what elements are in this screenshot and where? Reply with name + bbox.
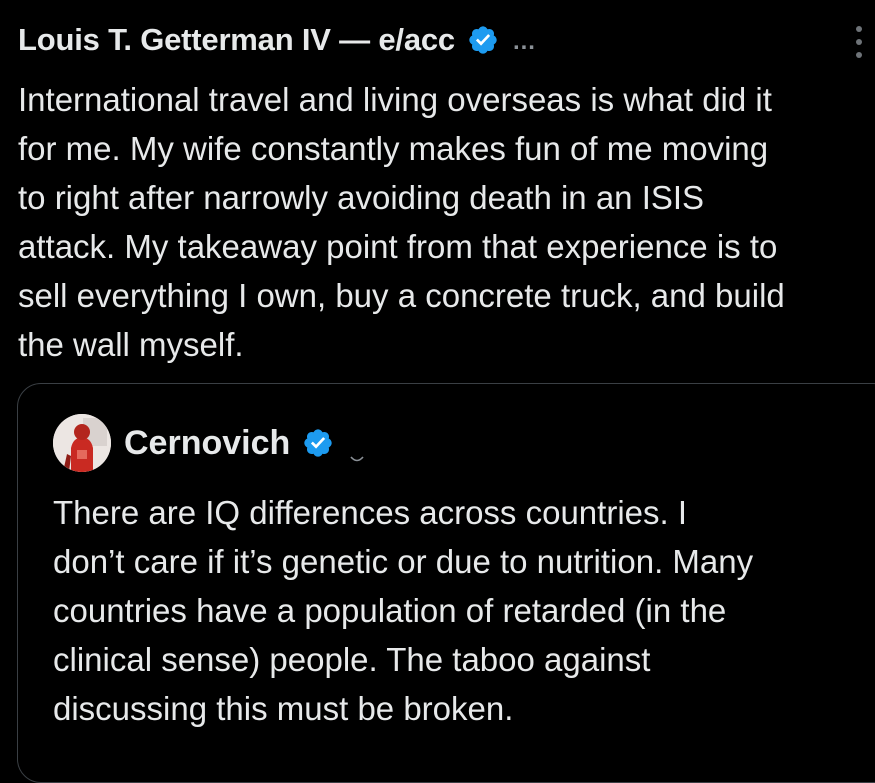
quoted-tweet-header: Cernovich bbox=[53, 414, 364, 472]
quoted-tweet-text: There are IQ differences across countrie… bbox=[53, 488, 873, 733]
tweet-text-line: to right after narrowly avoiding death i… bbox=[18, 179, 705, 216]
quoted-text-line: don’t care if it’s genetic or due to nut… bbox=[53, 543, 754, 580]
vertical-dots-icon[interactable] bbox=[854, 26, 864, 66]
tweet-text: International travel and living overseas… bbox=[18, 75, 875, 369]
quoted-tweet-card[interactable]: Cernovich There are IQ differences acros… bbox=[17, 383, 875, 783]
verified-badge-icon[interactable] bbox=[467, 24, 499, 56]
tweet-text-line: for me. My wife constantly makes fun of … bbox=[18, 130, 769, 167]
quoted-text-line: There are IQ differences across countrie… bbox=[53, 494, 688, 531]
tweet-text-line: the wall myself. bbox=[18, 326, 244, 363]
tweet-text-line: International travel and living overseas… bbox=[18, 81, 772, 118]
tweet-header: Louis T. Getterman IV — e/acc ... bbox=[18, 22, 536, 58]
quoted-text-line: discussing this must be broken. bbox=[53, 690, 514, 727]
quoted-author-name[interactable]: Cernovich bbox=[124, 424, 290, 463]
author-name[interactable]: Louis T. Getterman IV — e/acc bbox=[18, 22, 455, 58]
quoted-text-line: clinical sense) people. The taboo agains… bbox=[53, 641, 651, 678]
verified-badge-icon[interactable] bbox=[302, 427, 334, 459]
avatar[interactable] bbox=[53, 414, 111, 472]
tweet-text-line: attack. My takeaway point from that expe… bbox=[18, 228, 778, 265]
tweet: Louis T. Getterman IV — e/acc ... Intern… bbox=[0, 0, 875, 783]
quoted-text-line: countries have a population of retarded … bbox=[53, 592, 727, 629]
more-options-icon[interactable]: ... bbox=[513, 28, 536, 56]
truncated-handle-icon bbox=[350, 451, 364, 462]
tweet-text-line: sell everything I own, buy a concrete tr… bbox=[18, 277, 785, 314]
